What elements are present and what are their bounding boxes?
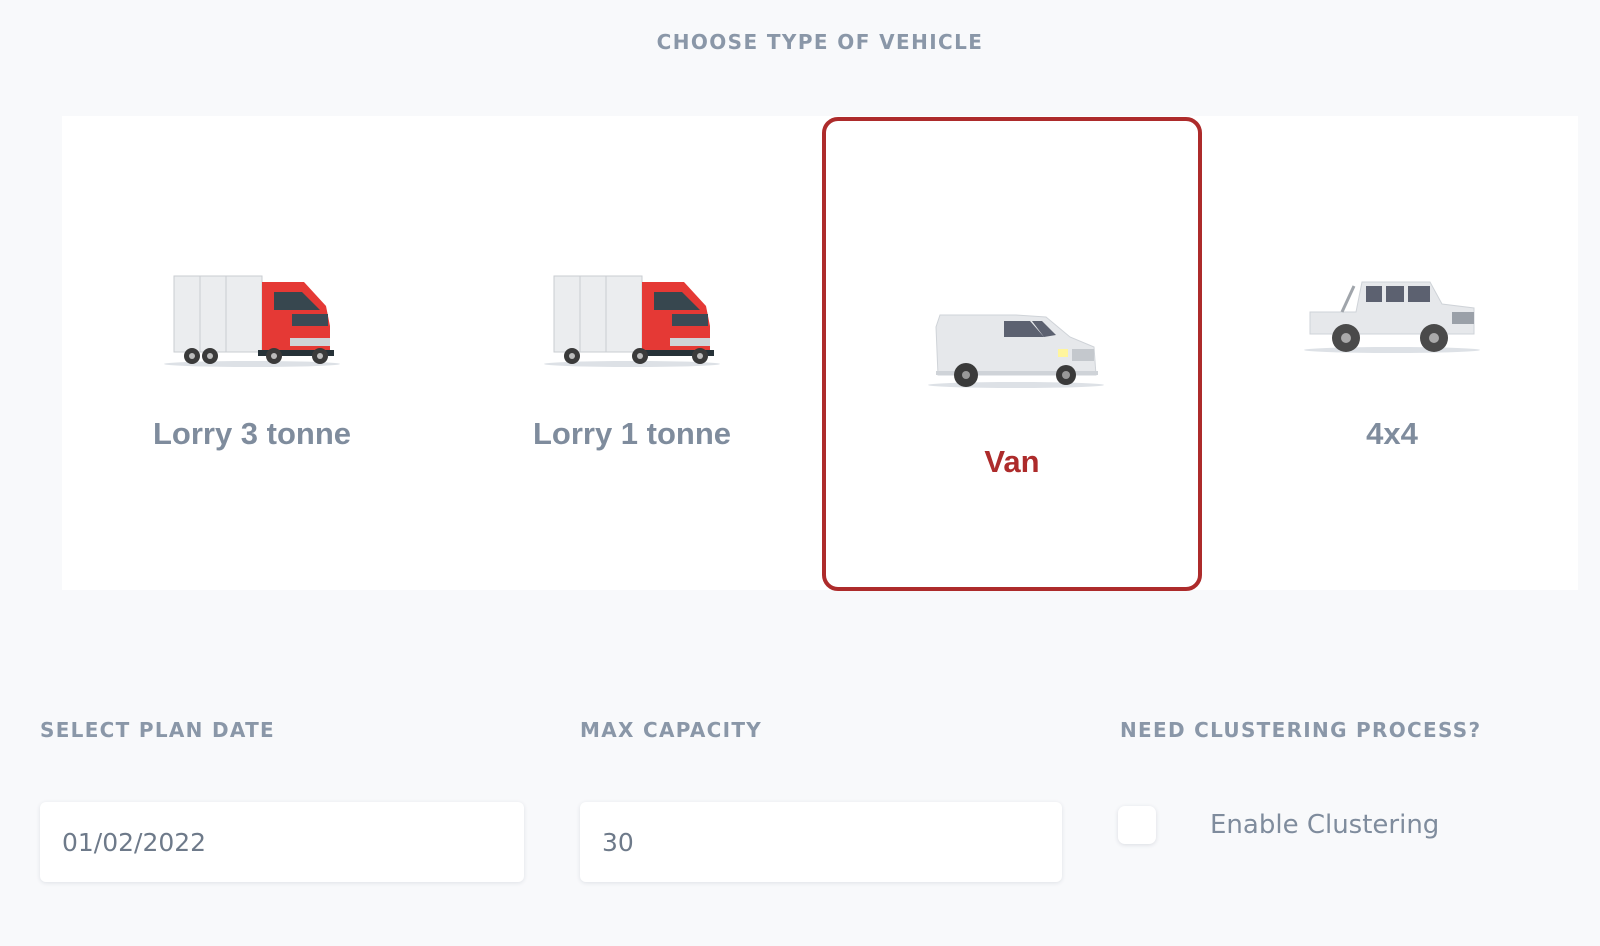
- vehicle-option-lorry-1-tonne[interactable]: Lorry 1 tonne: [442, 116, 822, 590]
- van-icon: [928, 314, 1104, 388]
- clustering-label: NEED CLUSTERING PROCESS?: [1120, 718, 1482, 742]
- plan-date-label: SELECT PLAN DATE: [40, 718, 275, 742]
- vehicle-option-lorry-3-tonne[interactable]: Lorry 3 tonne: [62, 116, 442, 590]
- lorry-1-tonne-icon: [544, 275, 720, 367]
- vehicle-option-van[interactable]: Van: [822, 117, 1202, 591]
- vehicle-label-lorry-1-tonne: Lorry 1 tonne: [532, 416, 732, 451]
- max-capacity-label: MAX CAPACITY: [580, 718, 763, 742]
- plan-date-input[interactable]: [40, 802, 524, 882]
- vehicle-section-title: CHOOSE TYPE OF VEHICLE: [656, 30, 984, 54]
- vehicle-label-4x4: 4x4: [1366, 416, 1418, 451]
- vehicle-label-lorry-3-tonne: Lorry 3 tonne: [152, 416, 352, 451]
- max-capacity-input[interactable]: [580, 802, 1062, 882]
- 4x4-icon: [1304, 281, 1480, 353]
- enable-clustering-checkbox[interactable]: [1118, 806, 1156, 844]
- vehicle-option-4x4[interactable]: 4x4: [1202, 116, 1582, 590]
- enable-clustering-label: Enable Clustering: [1210, 810, 1440, 840]
- vehicle-type-selector: Lorry 3 tonne Lorry 1 tonne Van 4x4: [62, 116, 1578, 591]
- vehicle-label-van: Van: [984, 444, 1040, 479]
- lorry-3-tonne-icon: [164, 275, 340, 367]
